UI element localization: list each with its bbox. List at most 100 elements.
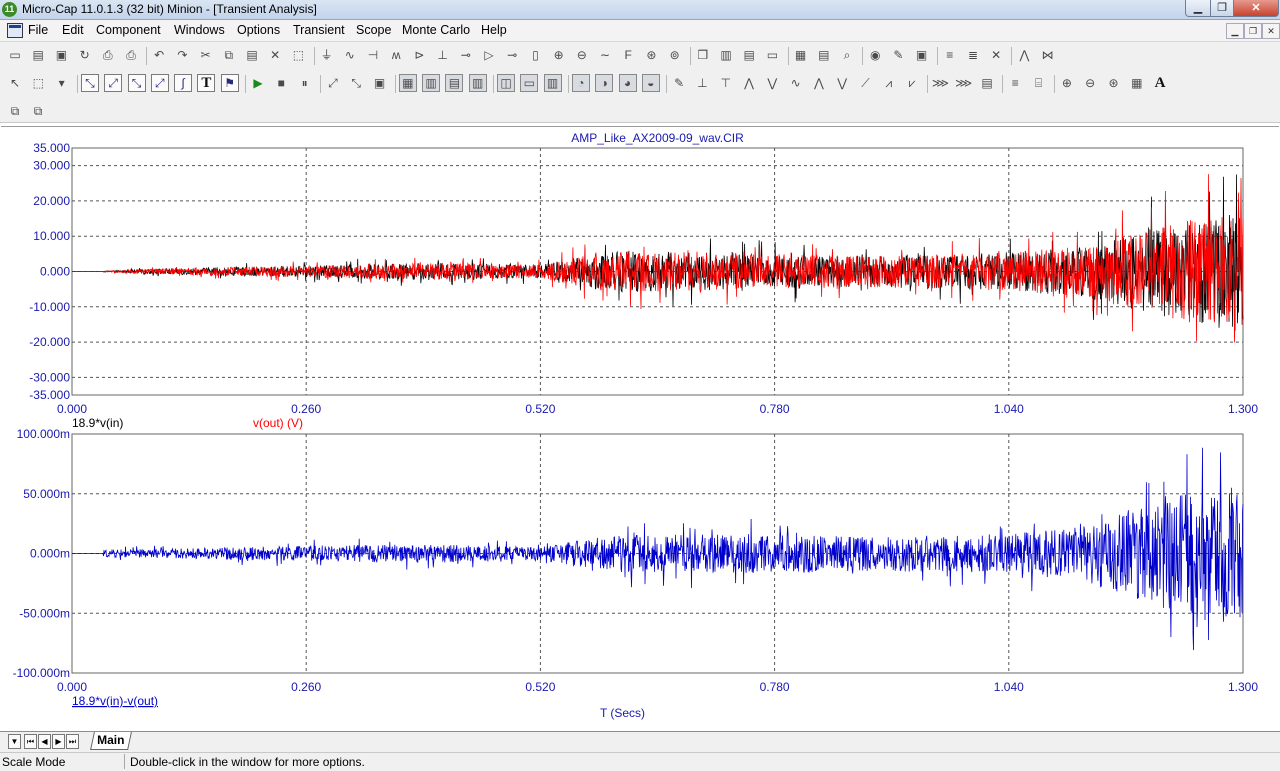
cursor-mode-icon[interactable]: ⤢	[104, 74, 123, 92]
plot-1[interactable]: 35.000 30.000 20.000 10.000 0.000 -10.000 -20.…	[29, 131, 1258, 430]
opamp-icon[interactable]: ▷	[480, 46, 498, 64]
top-icon[interactable]: ⩘	[880, 74, 898, 92]
print-preview-icon[interactable]: ⎙	[99, 46, 117, 64]
text-icon[interactable]: T	[197, 74, 216, 92]
copy-icon[interactable]: ⧉	[220, 46, 238, 64]
zoom-prev-icon[interactable]: ◒	[641, 74, 660, 92]
tab-main[interactable]: Main	[90, 732, 132, 750]
menu-options[interactable]: Options	[237, 23, 280, 37]
resistor-icon[interactable]: ∿	[341, 46, 359, 64]
menu-component[interactable]: Component	[96, 23, 161, 37]
stop-icon[interactable]: ■	[272, 74, 290, 92]
tile-horizontal-icon[interactable]: ▤	[740, 46, 758, 64]
zoom-fit-icon[interactable]: ◕	[618, 74, 637, 92]
analysis-plot-window[interactable]: 35.000 30.000 20.000 10.000 0.000 -10.000 -20.…	[1, 126, 1279, 732]
pointer-icon[interactable]: ↖	[6, 74, 24, 92]
globe-icon[interactable]: ◉	[866, 46, 884, 64]
save-icon[interactable]: ▣	[52, 46, 70, 64]
zoom-minus-icon[interactable]: ⊖	[1081, 74, 1099, 92]
redo-icon[interactable]: ↷	[173, 46, 191, 64]
clipboard-icon[interactable]: ▤	[978, 74, 996, 92]
source-icon[interactable]: ⊕	[550, 46, 568, 64]
cascade-icon[interactable]: ❐	[694, 46, 712, 64]
annotate-icon[interactable]: ✎	[670, 74, 688, 92]
document-icon[interactable]	[7, 23, 23, 38]
mdi-restore-button[interactable]: ❐	[1244, 23, 1262, 39]
pan-mode-icon[interactable]: ⤢	[150, 74, 169, 92]
zoom-out-icon[interactable]: ◑	[595, 74, 614, 92]
mdi-close-button[interactable]: ✕	[1262, 23, 1280, 39]
copy-window-icon[interactable]: ⧉	[6, 102, 24, 120]
valley-icon[interactable]: ⊤	[717, 74, 735, 92]
horizontal-axis-icon[interactable]: ◫	[497, 74, 515, 92]
capacitor-icon[interactable]: ⊣	[364, 46, 382, 64]
next-page-icon[interactable]: ▶	[52, 734, 65, 749]
scale-mode-icon[interactable]: ⤡	[80, 74, 99, 92]
pin-icon[interactable]: ▣	[913, 46, 931, 64]
find-icon[interactable]: ⌕	[838, 46, 856, 64]
inductor-icon[interactable]: ʍ	[387, 46, 405, 64]
tools-icon[interactable]: ✕	[987, 46, 1005, 64]
legend-entry[interactable]: 18.9*v(in)-v(out)	[72, 694, 158, 708]
same-y-scale-icon[interactable]: ▥	[543, 74, 562, 92]
bottom-icon[interactable]: ⩗	[903, 74, 921, 92]
global-high-icon[interactable]: ⋀	[810, 74, 828, 92]
npn-icon[interactable]: ⊸	[457, 46, 475, 64]
legend-entry[interactable]: 18.9*v(in)	[72, 416, 123, 430]
font-icon[interactable]: A	[1151, 74, 1169, 92]
global-low-icon[interactable]: ⋁	[833, 74, 851, 92]
copy-plot-icon[interactable]: ⋙	[931, 74, 949, 92]
dropdown-icon[interactable]: ▾	[53, 74, 71, 92]
minor-grid-icon[interactable]: ▤	[445, 74, 464, 92]
open-file-icon[interactable]: ▤	[29, 46, 47, 64]
first-page-icon[interactable]: ⏮	[24, 734, 37, 749]
vertical-axis-icon[interactable]: ▭	[520, 74, 539, 92]
calculator-icon[interactable]: ▦	[792, 46, 810, 64]
zoom-in-icon[interactable]: ◔	[571, 74, 590, 92]
plot-canvas[interactable]: 35.000 30.000 20.000 10.000 0.000 -10.000 -20.…	[1, 127, 1279, 732]
zoom-plus-icon[interactable]: ⊕	[1058, 74, 1076, 92]
duplicate-icon[interactable]: ⧉	[29, 102, 47, 120]
prev-page-icon[interactable]: ◀	[38, 734, 51, 749]
diode-icon[interactable]: ⊳	[410, 46, 428, 64]
function-icon[interactable]: F	[619, 46, 637, 64]
crystal-icon[interactable]: ▯	[526, 46, 544, 64]
low-icon[interactable]: ⋁	[763, 74, 781, 92]
mdi-minimize-button[interactable]: ▁	[1226, 23, 1244, 39]
data-points-icon[interactable]: ▣	[371, 74, 389, 92]
pulse-source-icon[interactable]: ⊖	[573, 46, 591, 64]
dropdown-icon[interactable]: ▼	[8, 734, 21, 749]
run-icon[interactable]: ▶	[249, 74, 267, 92]
legend-entry[interactable]: v(out) (V)	[253, 416, 303, 430]
format-icon[interactable]: ⋙	[955, 74, 973, 92]
paste-icon[interactable]: ▤	[243, 46, 261, 64]
menu-windows[interactable]: Windows	[174, 23, 225, 37]
menu-monte-carlo[interactable]: Monte Carlo	[402, 23, 470, 37]
current-source-icon[interactable]: ⊛	[642, 46, 660, 64]
layout-icon[interactable]: ▦	[1128, 74, 1146, 92]
limits-icon[interactable]: ⤢	[324, 74, 342, 92]
last-page-icon[interactable]: ⏭	[66, 734, 79, 749]
grid-icon[interactable]: ▥	[422, 74, 441, 92]
component-list-icon[interactable]: ▤	[815, 46, 833, 64]
minimize-button[interactable]: ▁	[1185, 0, 1211, 17]
parts-icon[interactable]: ≡	[941, 46, 959, 64]
stepping-icon[interactable]: ⋈	[1039, 46, 1057, 64]
cut-icon[interactable]: ✂	[197, 46, 215, 64]
tile-vertical-icon[interactable]: ▥	[717, 46, 735, 64]
revert-icon[interactable]: ↻	[76, 46, 94, 64]
maximize-button[interactable]: ❐	[1210, 0, 1234, 17]
properties-icon[interactable]: ⚑	[220, 74, 239, 92]
slope-icon[interactable]: ⟋	[857, 74, 875, 92]
menu-transient[interactable]: Transient	[293, 23, 345, 37]
peak-icon[interactable]: ⊥	[693, 74, 711, 92]
pause-icon[interactable]: ⏸	[296, 74, 314, 92]
menu-help[interactable]: Help	[481, 23, 507, 37]
high-icon[interactable]: ⋀	[740, 74, 758, 92]
switch-icon[interactable]: ⊸	[503, 46, 521, 64]
graph-icon[interactable]: ∫	[174, 74, 193, 92]
select-all-icon[interactable]: ⬚	[289, 46, 307, 64]
ground-icon[interactable]: ⏚	[318, 46, 336, 64]
clear-icon[interactable]: ✕	[266, 46, 284, 64]
window-icon[interactable]: ▭	[763, 46, 781, 64]
